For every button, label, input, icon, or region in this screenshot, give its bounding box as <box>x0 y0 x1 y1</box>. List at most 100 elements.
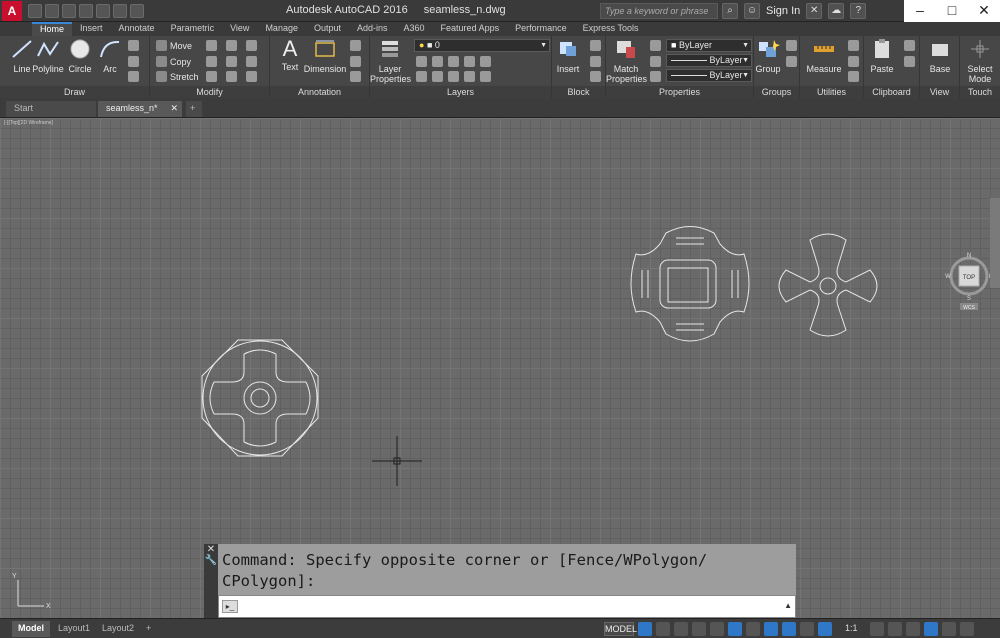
create-block-icon[interactable] <box>590 40 601 51</box>
close-tab-icon[interactable]: ✕ <box>170 101 178 116</box>
command-line-handle[interactable]: ✕ 🔧 <box>204 544 218 618</box>
close-icon[interactable]: ✕ <box>968 0 1000 22</box>
selection-cycling-icon[interactable] <box>800 622 814 636</box>
copy-button[interactable]: Copy <box>156 56 191 67</box>
rectangle-icon[interactable] <box>128 40 139 51</box>
plus-icon[interactable] <box>888 622 902 636</box>
point-icon[interactable] <box>848 56 859 67</box>
tab-start[interactable]: Start <box>6 101 96 117</box>
trim-icon[interactable] <box>226 40 237 51</box>
new-tab-button[interactable]: + <box>186 101 202 117</box>
stretch-button[interactable]: Stretch <box>156 71 199 82</box>
view-panel-title[interactable]: View <box>920 86 959 98</box>
group-button[interactable]: Group <box>748 38 788 74</box>
layer-properties-button[interactable]: Layer Properties <box>370 38 411 84</box>
utilities-panel-title[interactable]: Utilities <box>800 86 863 98</box>
clover-part[interactable] <box>778 233 878 337</box>
autocad-logo-icon[interactable]: A <box>2 0 22 21</box>
layer-tool-7-icon[interactable] <box>432 71 443 82</box>
close-icon[interactable]: ✕ <box>204 544 218 555</box>
annotation-scale[interactable]: 1:1 <box>845 623 858 633</box>
tab-view[interactable]: View <box>222 22 257 36</box>
tab-featured-apps[interactable]: Featured Apps <box>433 22 508 36</box>
minimize-icon[interactable]: – <box>904 0 936 22</box>
help-icon[interactable]: ? <box>850 3 867 19</box>
layer-tool-4-icon[interactable] <box>464 56 475 67</box>
compass-south[interactable]: S <box>967 296 971 302</box>
quick-select-icon[interactable] <box>848 40 859 51</box>
mtext-icon[interactable] <box>350 71 361 82</box>
new-layout-button[interactable]: + <box>140 621 157 637</box>
properties-panel-title[interactable]: Properties <box>606 86 753 98</box>
select-mode-button[interactable]: Select Mode <box>960 38 1000 84</box>
navigation-bar[interactable] <box>990 198 1000 288</box>
ungroup-icon[interactable] <box>786 40 797 51</box>
hatch-icon[interactable] <box>128 56 139 67</box>
viewcube[interactable]: TOP N S E W WCS <box>944 250 994 312</box>
modify-panel-title[interactable]: Modify <box>150 86 269 98</box>
isolate-objects-icon[interactable] <box>906 622 920 636</box>
copy-clip-icon[interactable] <box>904 56 915 67</box>
tab-home[interactable]: Home <box>32 22 73 36</box>
clean-screen-icon[interactable] <box>942 622 956 636</box>
annotation-visibility-icon[interactable] <box>818 622 832 636</box>
undo-icon[interactable] <box>113 3 127 18</box>
save-icon[interactable] <box>62 3 76 18</box>
layer-tool-6-icon[interactable] <box>416 71 427 82</box>
object-snap-tracking-icon[interactable] <box>728 622 742 636</box>
calculator-icon[interactable] <box>848 71 859 82</box>
arc-button[interactable]: Arc <box>90 38 130 74</box>
octagon-part[interactable] <box>201 339 319 457</box>
redo-icon[interactable] <box>130 3 144 18</box>
touch-panel-title[interactable]: Touch <box>960 86 1000 98</box>
command-prompt-icon[interactable]: ▸_ <box>222 600 238 613</box>
layer-tool-5-icon[interactable] <box>480 56 491 67</box>
layers-panel-title[interactable]: Layers <box>370 86 551 98</box>
rotate-icon[interactable] <box>206 40 217 51</box>
new-icon[interactable] <box>28 3 42 18</box>
block-panel-title[interactable]: Block <box>552 86 605 98</box>
clipboard-panel-title[interactable]: Clipboard <box>864 86 919 98</box>
dimension-button[interactable]: Dimension <box>302 38 348 74</box>
layer-tool-1-icon[interactable] <box>416 56 427 67</box>
user-icon[interactable]: ☺ <box>744 3 760 19</box>
cut-icon[interactable] <box>904 40 915 51</box>
sign-in-button[interactable]: Sign In <box>766 5 800 17</box>
tab-performance[interactable]: Performance <box>507 22 575 36</box>
insert-button[interactable]: Insert <box>548 38 588 74</box>
fillet-icon[interactable] <box>226 56 237 67</box>
binoculars-icon[interactable]: ⌕ <box>722 3 738 19</box>
customization-icon[interactable] <box>960 622 974 636</box>
linetype-icon[interactable] <box>650 56 661 67</box>
measure-button[interactable]: Measure <box>804 38 844 74</box>
layer-tool-9-icon[interactable] <box>464 71 475 82</box>
tab-model[interactable]: Model <box>12 621 50 637</box>
search-input[interactable]: Type a keyword or phrase <box>600 3 718 19</box>
snap-icon[interactable] <box>656 622 670 636</box>
scale-icon[interactable] <box>206 71 217 82</box>
wcs-menu[interactable]: WCS <box>963 305 975 311</box>
table-icon[interactable] <box>350 56 361 67</box>
tab-layout2[interactable]: Layout2 <box>96 621 140 637</box>
edit-block-icon[interactable] <box>590 56 601 67</box>
tab-current-drawing[interactable]: seamless_n* ✕ <box>98 101 182 117</box>
layer-dropdown[interactable]: ● ■ 0 ▼ <box>414 39 550 52</box>
ortho-icon[interactable] <box>674 622 688 636</box>
tab-parametric[interactable]: Parametric <box>163 22 223 36</box>
layer-tool-10-icon[interactable] <box>480 71 491 82</box>
polar-icon[interactable] <box>692 622 706 636</box>
linetype-dropdown[interactable]: ByLayer ▼ <box>666 54 752 67</box>
tab-add-ins[interactable]: Add-ins <box>349 22 396 36</box>
boundary-icon[interactable] <box>128 71 139 82</box>
edit-attributes-icon[interactable] <box>590 71 601 82</box>
compass-west[interactable]: W <box>945 274 951 280</box>
groups-panel-title[interactable]: Groups <box>754 86 799 98</box>
object-snap-icon[interactable] <box>746 622 760 636</box>
match-properties-button[interactable]: Match Properties <box>606 38 647 84</box>
command-input[interactable]: ▸_ ▲ <box>218 595 796 618</box>
rounded-square-part[interactable] <box>630 226 750 342</box>
lineweight-icon[interactable] <box>650 71 661 82</box>
layer-tool-2-icon[interactable] <box>432 56 443 67</box>
viewcube-top-label[interactable]: TOP <box>963 275 975 281</box>
explode-icon[interactable] <box>246 56 257 67</box>
